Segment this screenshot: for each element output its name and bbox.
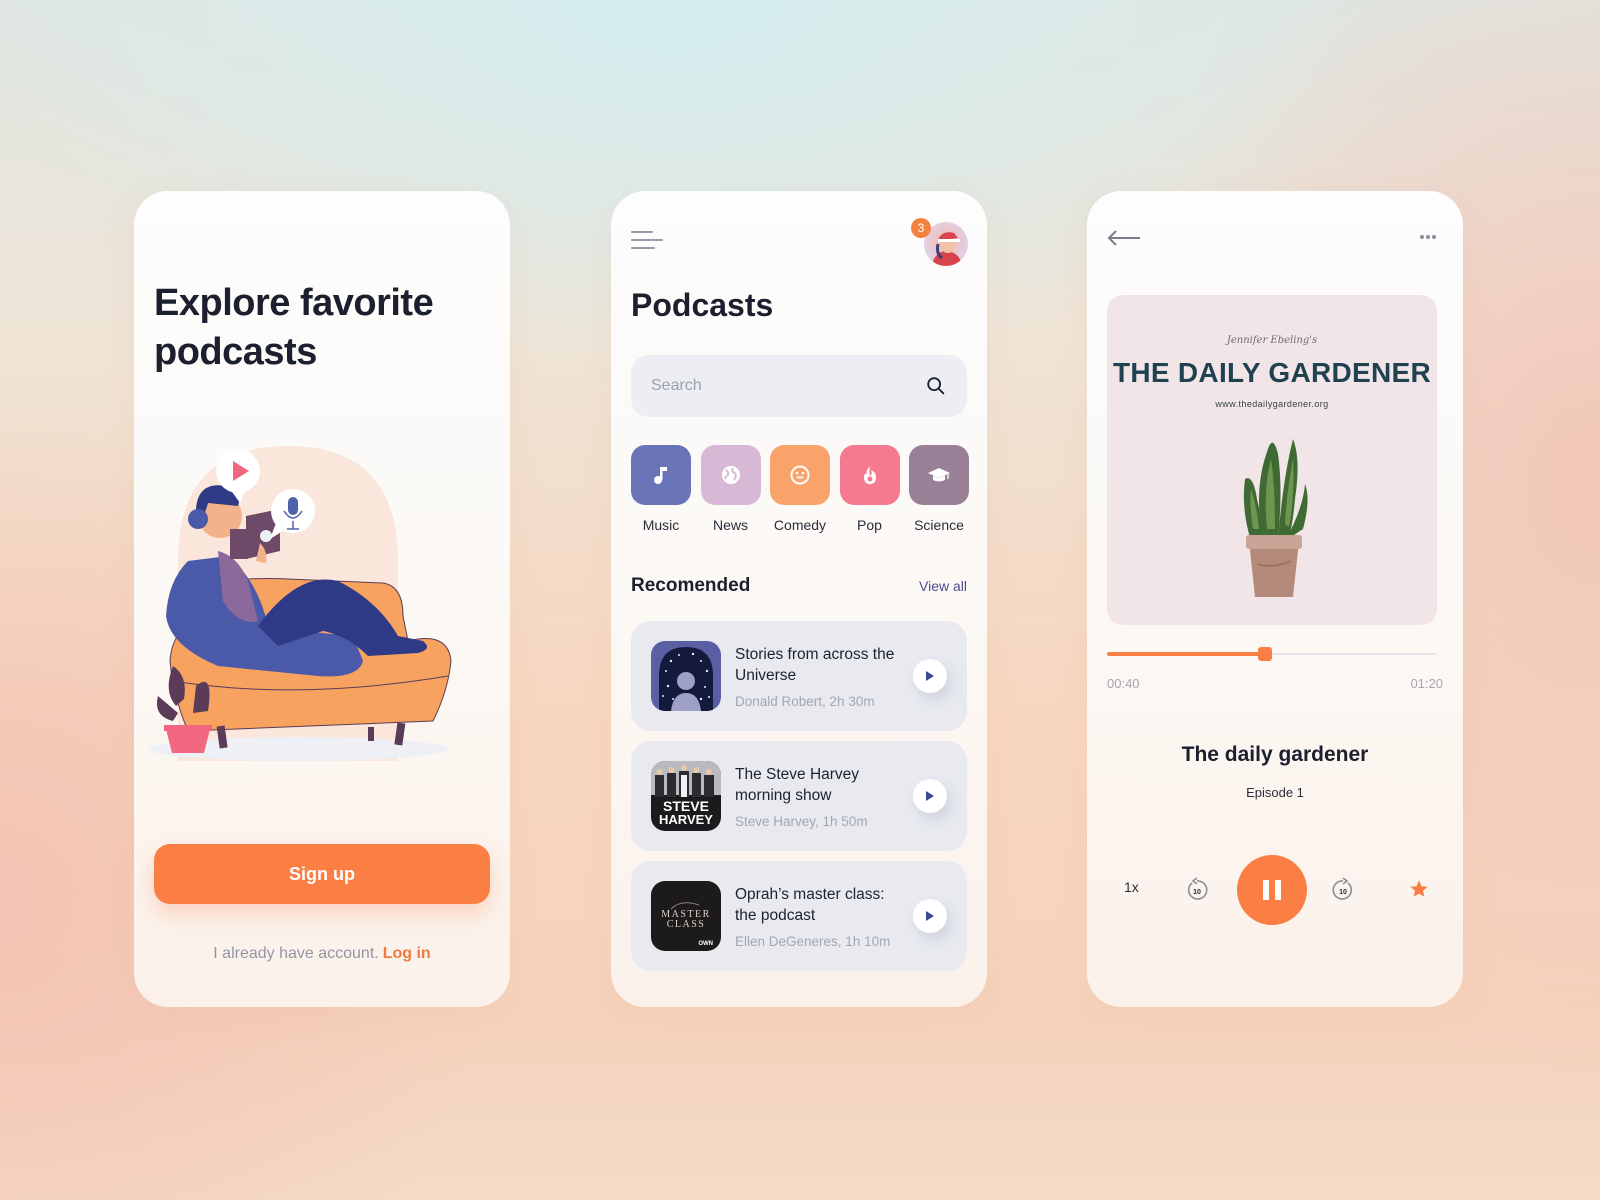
cover-title: THE DAILY GARDENER bbox=[1112, 357, 1432, 388]
podcast-meta: Donald Robert, 2h 30m bbox=[735, 693, 875, 709]
category-science[interactable]: Science bbox=[909, 445, 969, 533]
menu-button[interactable] bbox=[631, 231, 665, 251]
play-button[interactable] bbox=[913, 659, 947, 693]
player-screen: Jennifer Ebeling's THE DAILY GARDENER ww… bbox=[1087, 191, 1463, 1007]
view-all-link[interactable]: View all bbox=[919, 578, 967, 594]
back-arrow-icon[interactable] bbox=[1107, 229, 1141, 247]
podcast-list-item[interactable]: MASTER CLASS OWN Oprah’s master class: t… bbox=[631, 861, 967, 971]
podcast-listener-illustration bbox=[148, 446, 452, 761]
play-button[interactable] bbox=[913, 899, 947, 933]
category-label: Music bbox=[642, 517, 680, 533]
sign-up-button[interactable]: Sign up bbox=[154, 844, 490, 904]
cover-url: www.thedailygardener.org bbox=[1215, 399, 1329, 409]
menu-line bbox=[631, 247, 655, 249]
podcast-cover: STEVE HARVEY bbox=[651, 761, 721, 831]
current-time: 00:40 bbox=[1107, 676, 1140, 691]
rewind-button[interactable]: 10 bbox=[1184, 877, 1210, 903]
play-icon bbox=[926, 911, 934, 921]
more-options-icon[interactable] bbox=[1419, 233, 1437, 241]
notification-badge: 3 bbox=[911, 218, 931, 238]
onboarding-headline: Explore favorite podcasts bbox=[154, 282, 434, 373]
rewind-10-icon: 10 bbox=[1187, 877, 1208, 900]
progress-fill bbox=[1107, 652, 1266, 656]
cover-badge: OWN bbox=[698, 941, 713, 947]
search-input[interactable] bbox=[651, 377, 925, 395]
cover-text: HARVEY bbox=[659, 812, 713, 827]
favorite-button[interactable] bbox=[1409, 879, 1429, 899]
graduation-cap-icon bbox=[928, 468, 950, 482]
skip-seconds: 10 bbox=[1193, 889, 1201, 896]
playback-speed-button[interactable]: 1x bbox=[1124, 879, 1139, 895]
globe-icon bbox=[721, 466, 740, 484]
podcast-cover: MASTER CLASS OWN bbox=[651, 881, 721, 951]
category-music[interactable]: Music bbox=[631, 445, 691, 533]
log-in-link[interactable]: Log in bbox=[383, 945, 431, 962]
menu-line bbox=[631, 239, 663, 241]
play-button[interactable] bbox=[913, 779, 947, 813]
podcast-cover-image: STEVE HARVEY bbox=[651, 761, 721, 831]
category-tile bbox=[839, 445, 900, 505]
recommended-list: Stories from across the Universe Donald … bbox=[631, 621, 967, 981]
forward-button[interactable]: 10 bbox=[1330, 877, 1356, 903]
potted-plant-image bbox=[1243, 439, 1308, 597]
playback-progress-slider[interactable] bbox=[1107, 647, 1437, 661]
podcast-title: Oprah’s master class: the podcast bbox=[735, 885, 885, 924]
podcast-meta: Steve Harvey, 1h 50m bbox=[735, 813, 868, 829]
search-bar bbox=[631, 355, 967, 417]
star-icon bbox=[1410, 880, 1428, 897]
podcast-cover-image bbox=[651, 641, 721, 711]
browse-screen: 3 Podcasts Music bbox=[611, 191, 987, 1007]
podcast-list-item[interactable]: STEVE HARVEY The Steve Harvey morning sh… bbox=[631, 741, 967, 851]
pause-button[interactable] bbox=[1237, 855, 1307, 925]
episode-subtitle: Episode 1 bbox=[1246, 785, 1304, 800]
category-label: Comedy bbox=[773, 517, 827, 533]
category-tile bbox=[700, 445, 761, 505]
play-icon bbox=[926, 791, 934, 801]
category-tile bbox=[909, 445, 969, 505]
search-icon[interactable] bbox=[925, 375, 947, 397]
podcast-meta: Ellen DeGeneres, 1h 10m bbox=[735, 933, 891, 949]
category-pop[interactable]: Pop bbox=[839, 445, 900, 533]
category-label: News bbox=[712, 517, 748, 533]
category-tile bbox=[770, 445, 830, 505]
podcast-list-item[interactable]: Stories from across the Universe Donald … bbox=[631, 621, 967, 731]
smiley-icon bbox=[790, 465, 810, 485]
podcast-cover-image: MASTER CLASS OWN bbox=[651, 881, 721, 951]
cover-text: CLASS bbox=[667, 919, 706, 930]
page-title: Podcasts bbox=[631, 287, 774, 323]
category-comedy[interactable]: Comedy bbox=[770, 445, 830, 533]
play-icon bbox=[926, 671, 934, 681]
cover-author: Jennifer Ebeling's bbox=[1226, 335, 1318, 346]
recommended-heading: Recomended bbox=[631, 575, 751, 596]
category-label: Science bbox=[914, 517, 964, 533]
login-prompt: I already have account. Log in bbox=[134, 945, 510, 963]
music-note-icon bbox=[654, 467, 667, 484]
category-label: Pop bbox=[857, 517, 882, 533]
podcast-info: The Steve Harvey morning show Steve Harv… bbox=[735, 764, 913, 829]
pause-icon-bar bbox=[1263, 880, 1269, 900]
podcast-info: Oprah’s master class: the podcast Ellen … bbox=[735, 884, 913, 949]
category-news[interactable]: News bbox=[700, 445, 761, 533]
login-prompt-text: I already have account. bbox=[213, 945, 379, 962]
podcast-cover bbox=[651, 641, 721, 711]
episode-cover-art: Jennifer Ebeling's THE DAILY GARDENER ww… bbox=[1107, 295, 1437, 625]
category-list: Music News Comedy Pop Science bbox=[631, 445, 969, 533]
microphone-icon bbox=[288, 497, 298, 515]
total-time: 01:20 bbox=[1410, 676, 1443, 691]
onboarding-screen: Explore favorite podcasts Sign up I alre… bbox=[134, 191, 510, 1007]
podcast-info: Stories from across the Universe Donald … bbox=[735, 644, 913, 709]
progress-handle[interactable] bbox=[1258, 647, 1273, 661]
flame-icon bbox=[863, 466, 876, 484]
podcast-title: Stories from across the Universe bbox=[735, 645, 895, 684]
episode-title: The daily gardener bbox=[1181, 743, 1369, 766]
forward-10-icon: 10 bbox=[1332, 877, 1353, 900]
podcast-title: The Steve Harvey morning show bbox=[735, 765, 860, 804]
category-tile bbox=[631, 445, 691, 505]
playback-controls: 1x 10 10 bbox=[1107, 855, 1443, 925]
skip-seconds: 10 bbox=[1339, 889, 1347, 896]
menu-line bbox=[631, 231, 653, 233]
pause-icon-bar bbox=[1275, 880, 1281, 900]
